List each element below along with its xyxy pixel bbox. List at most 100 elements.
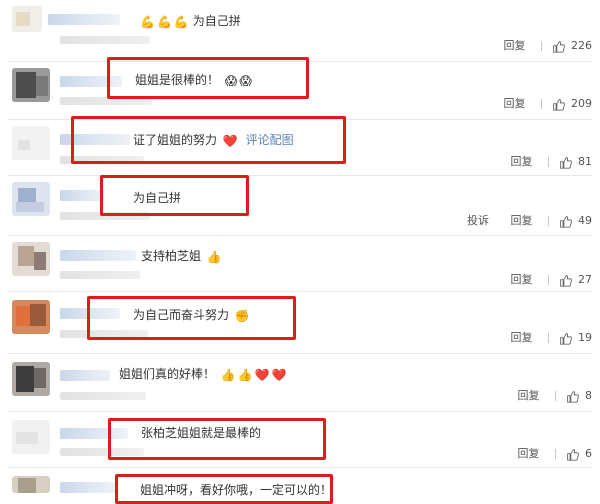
reply-button[interactable]: 回复: [511, 155, 533, 169]
report-button[interactable]: 投诉: [467, 214, 489, 228]
avatar[interactable]: [12, 420, 50, 454]
thumbs-up-emoji-icon: 👍: [237, 368, 253, 382]
username-blurred[interactable]: [60, 134, 130, 145]
thumbs-up-icon[interactable]: [566, 448, 579, 461]
username-blurred[interactable]: [60, 428, 128, 439]
comment-item: 姐姐们真的好棒！ 👍 👍 ❤️ ❤️ 回复 8: [0, 354, 600, 412]
avatar[interactable]: [12, 300, 50, 334]
thumbs-up-icon[interactable]: [566, 390, 579, 403]
comment-text: 姐姐是很棒的！ 😱 😱: [135, 72, 252, 88]
red-heart-icon: ❤️: [254, 368, 270, 382]
divider: [555, 391, 556, 401]
like-count[interactable]: 27: [578, 273, 592, 287]
reply-button[interactable]: 回复: [518, 389, 540, 403]
comment-actions: 回复 27: [511, 273, 592, 287]
comment-body: 姐姐冲呀，看好你哦，一定可以的！: [140, 483, 333, 497]
thumbs-up-icon[interactable]: [559, 215, 572, 228]
comment-item: 张柏芝姐姐就是最棒的 回复 6: [0, 412, 600, 468]
username-blurred[interactable]: [60, 482, 116, 493]
comment-text: 姐姐们真的好棒！ 👍 👍 ❤️ ❤️: [119, 366, 287, 382]
username-blurred[interactable]: [60, 308, 120, 319]
blurred-text: [60, 212, 150, 220]
blurred-text: [60, 97, 152, 105]
divider: [548, 333, 549, 343]
thumbs-up-emoji-icon: 👍: [206, 250, 222, 264]
comment-item: 姐姐冲呀，看好你哦，一定可以的！: [0, 468, 600, 497]
emoji-group: 💪 💪 💪: [138, 14, 193, 29]
like-count[interactable]: 6: [585, 447, 592, 461]
like-count[interactable]: 8: [585, 389, 592, 403]
comment-body: 证了姐姐的努力: [133, 133, 218, 147]
reply-button[interactable]: 回复: [511, 331, 533, 345]
screaming-face-icon: 😱: [239, 74, 252, 88]
comment-list: 💪 💪 💪 为自己拼 回复 226 姐姐是很棒的！ 😱 😱 回复 209 证了姐…: [0, 0, 600, 504]
like-count[interactable]: 226: [571, 39, 592, 53]
comment-text: 张柏芝姐姐就是最棒的: [141, 425, 261, 441]
thumbs-up-icon[interactable]: [559, 156, 572, 169]
comment-image-link[interactable]: 评论配图: [246, 133, 294, 147]
comment-text: 💪 💪 💪 为自己拼: [138, 13, 241, 29]
thumbs-up-icon[interactable]: [552, 40, 565, 53]
comment-actions: 回复 19: [511, 331, 592, 345]
blurred-text: [60, 156, 144, 164]
comment-actions: 回复 81: [511, 155, 592, 169]
comment-item: 姐姐是很棒的！ 😱 😱 回复 209: [0, 62, 600, 120]
reply-button[interactable]: 回复: [518, 447, 540, 461]
comment-item: 💪 💪 💪 为自己拼 回复 226: [0, 0, 600, 62]
reply-button[interactable]: 回复: [511, 214, 533, 228]
raised-fist-icon: ✊: [234, 309, 250, 323]
divider: [548, 157, 549, 167]
username-blurred[interactable]: [60, 370, 110, 381]
screaming-face-icon: 😱: [224, 74, 238, 88]
thumbs-up-emoji-icon: 👍: [220, 368, 236, 382]
thumbs-up-icon[interactable]: [559, 274, 572, 287]
comment-text: 为自己而奋斗努力 ✊: [133, 307, 250, 323]
username-blurred[interactable]: [48, 14, 120, 25]
avatar[interactable]: [12, 242, 50, 276]
comment-item: 为自己拼 投诉 回复 49: [0, 176, 600, 236]
comment-body: 支持柏芝姐: [141, 249, 202, 263]
comment-actions: 回复 8: [518, 389, 592, 403]
like-count[interactable]: 19: [578, 331, 592, 345]
thumbs-up-icon[interactable]: [559, 332, 572, 345]
comment-text: 支持柏芝姐 👍: [141, 248, 222, 264]
red-heart-icon: ❤️: [271, 368, 287, 382]
username-blurred[interactable]: [60, 76, 122, 87]
avatar[interactable]: [12, 362, 50, 396]
avatar[interactable]: [12, 126, 50, 160]
reply-button[interactable]: 回复: [504, 39, 526, 53]
divider: [541, 41, 542, 51]
username-blurred[interactable]: [60, 190, 104, 201]
like-count[interactable]: 209: [571, 97, 592, 111]
comment-actions: 回复 6: [518, 447, 592, 461]
comment-text: 为自己拼: [133, 190, 181, 206]
blurred-text: [60, 271, 140, 279]
comment-body: 张柏芝姐姐就是最棒的: [141, 426, 262, 440]
comment-body: 为自己拼: [133, 191, 182, 205]
blurred-text: [60, 36, 150, 44]
like-count[interactable]: 81: [578, 155, 592, 169]
blurred-text: [60, 330, 148, 338]
like-count[interactable]: 49: [578, 214, 592, 228]
comment-body: 为自己拼: [192, 14, 241, 28]
comment-item: 支持柏芝姐 👍 回复 27: [0, 236, 600, 292]
comment-body: 姐姐们真的好棒！: [119, 367, 216, 381]
reply-button[interactable]: 回复: [511, 273, 533, 287]
comment-body: 为自己而奋斗努力: [133, 308, 230, 322]
comment-actions: 回复 209: [504, 97, 592, 111]
divider: [555, 449, 556, 459]
comment-actions: 投诉 回复 49: [467, 214, 592, 228]
avatar[interactable]: [12, 476, 50, 493]
red-heart-icon: ❤️: [222, 134, 238, 148]
thumbs-up-icon[interactable]: [552, 98, 565, 111]
reply-button[interactable]: 回复: [504, 97, 526, 111]
comment-item: 为自己而奋斗努力 ✊ 回复 19: [0, 292, 600, 354]
avatar[interactable]: [12, 68, 50, 102]
avatar[interactable]: [12, 6, 42, 32]
comment-body: 姐姐是很棒的！: [135, 73, 220, 87]
divider: [548, 275, 549, 285]
comment-actions: 回复 226: [504, 39, 592, 53]
username-blurred[interactable]: [60, 250, 136, 261]
divider: [541, 99, 542, 109]
avatar[interactable]: [12, 182, 50, 216]
